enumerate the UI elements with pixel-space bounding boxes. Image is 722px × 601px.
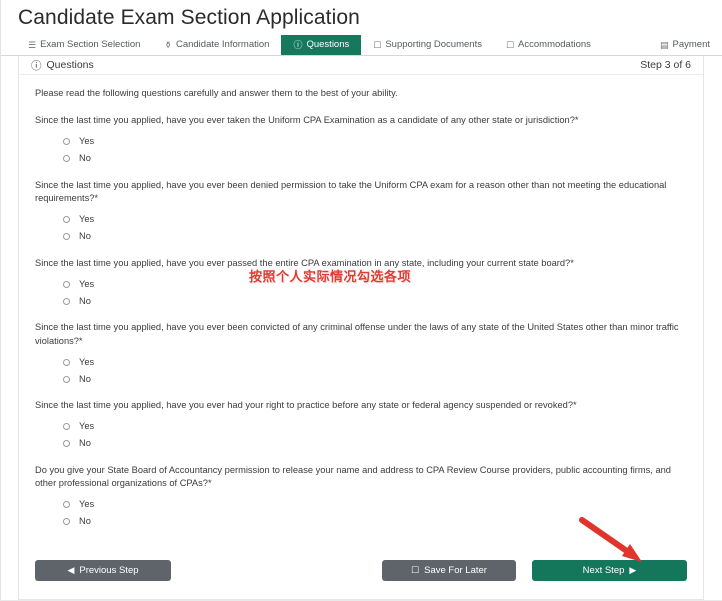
radio-option-no[interactable]: No xyxy=(63,515,687,529)
card-header: ⓘ Questions Step 3 of 6 xyxy=(19,56,703,75)
question-text: Since the last time you applied, have yo… xyxy=(35,115,579,125)
previous-step-label: Previous Step xyxy=(79,564,139,576)
radio-icon[interactable] xyxy=(63,280,70,288)
question-block: Since the last time you applied, have yo… xyxy=(35,399,687,451)
tab-label: Payment xyxy=(672,39,711,51)
question-block: Since the last time you applied, have yo… xyxy=(35,179,687,244)
questions-card: ⓘ Questions Step 3 of 6 Please read the … xyxy=(18,56,704,600)
radio-option-label: No xyxy=(79,373,91,384)
question-text: Do you give your State Board of Accounta… xyxy=(35,464,671,489)
list-icon: ☰ xyxy=(28,39,37,50)
radio-icon[interactable] xyxy=(63,501,70,508)
save-for-later-label: Save For Later xyxy=(424,564,487,576)
radio-option-label: No xyxy=(79,231,91,241)
radio-option-label: Yes xyxy=(79,421,95,431)
tab-supporting-documents[interactable]: ☐ Supporting Documents xyxy=(361,35,494,55)
next-step-label: Next Step xyxy=(582,564,625,576)
question-text: Since the last time you applied, have yo… xyxy=(35,400,577,410)
tab-payment[interactable]: ▤ Payment xyxy=(648,35,722,55)
radio-option-no[interactable]: No xyxy=(63,152,687,166)
question-text: Since the last time you applied, have yo… xyxy=(35,257,574,268)
question-circle-icon: ⓘ xyxy=(31,59,42,72)
radio-option-label: Yes xyxy=(79,356,95,367)
radio-option-yes[interactable]: Yes xyxy=(63,213,687,227)
tab-label: Exam Section Selection xyxy=(40,39,141,51)
radio-icon[interactable] xyxy=(63,155,70,162)
radio-icon[interactable] xyxy=(63,358,70,366)
page-title: Candidate Exam Section Application xyxy=(18,6,360,29)
question-circle-icon: ⓘ xyxy=(293,39,303,50)
tab-exam-section-selection[interactable]: ☰ Exam Section Selection xyxy=(16,35,152,55)
question-text: Since the last time you applied, have yo… xyxy=(35,322,679,346)
radio-option-yes[interactable]: Yes xyxy=(63,498,687,512)
radio-icon[interactable] xyxy=(63,138,70,145)
tab-questions[interactable]: ⓘ Questions xyxy=(281,35,362,55)
radio-icon[interactable] xyxy=(63,423,70,430)
radio-option-label: No xyxy=(79,295,91,306)
save-icon: ☐ xyxy=(411,565,420,575)
credit-card-icon: ▤ xyxy=(659,39,669,50)
user-icon: ⚱ xyxy=(164,39,172,50)
intro-text: Please read the following questions care… xyxy=(35,88,398,98)
folder-icon: ☐ xyxy=(373,39,382,50)
radio-option-yes[interactable]: Yes xyxy=(63,420,687,434)
radio-icon[interactable] xyxy=(63,375,70,383)
radio-option-label: No xyxy=(79,153,91,163)
window-left-edge xyxy=(0,0,1,601)
radio-option-yes[interactable]: Yes xyxy=(63,277,687,291)
question-block: Do you give your State Board of Accounta… xyxy=(35,464,687,529)
radio-option-label: No xyxy=(79,516,91,526)
radio-option-label: Yes xyxy=(79,136,95,146)
radio-icon[interactable] xyxy=(63,518,70,525)
section-title: Questions xyxy=(46,59,94,71)
question-block: Since the last time you applied, have yo… xyxy=(35,321,687,386)
next-step-button[interactable]: Next Step ▶ xyxy=(532,560,687,581)
radio-option-yes[interactable]: Yes xyxy=(63,135,687,149)
form-action-bar: ◀ Previous Step ☐ Save For Later Next St… xyxy=(19,560,703,581)
radio-option-yes[interactable]: Yes xyxy=(63,355,687,369)
radio-option-label: No xyxy=(79,438,91,448)
step-indicator: Step 3 of 6 xyxy=(640,59,691,71)
tab-label: Questions xyxy=(306,39,350,51)
radio-option-no[interactable]: No xyxy=(63,294,687,308)
radio-icon[interactable] xyxy=(63,440,70,447)
tab-label: Supporting Documents xyxy=(385,39,482,51)
question-block: Since the last time you applied, have yo… xyxy=(35,257,687,309)
radio-icon[interactable] xyxy=(63,297,70,305)
card-body: Please read the following questions care… xyxy=(19,75,703,529)
radio-icon[interactable] xyxy=(63,216,70,223)
previous-step-button[interactable]: ◀ Previous Step xyxy=(35,560,171,581)
tab-spacer xyxy=(603,35,648,55)
radio-option-no[interactable]: No xyxy=(63,230,687,244)
radio-option-label: Yes xyxy=(79,278,95,289)
step-tab-bar: ☰ Exam Section Selection ⚱ Candidate Inf… xyxy=(0,35,722,56)
radio-icon[interactable] xyxy=(63,233,70,240)
radio-option-label: Yes xyxy=(79,214,95,224)
radio-option-label: Yes xyxy=(79,499,95,509)
save-for-later-button[interactable]: ☐ Save For Later xyxy=(382,560,516,581)
clipboard-icon: ☐ xyxy=(505,39,515,50)
tab-label: Candidate Information xyxy=(175,39,270,51)
tab-candidate-information[interactable]: ⚱ Candidate Information xyxy=(152,35,281,55)
card-header-left: ⓘ Questions xyxy=(31,58,94,73)
radio-option-no[interactable]: No xyxy=(63,372,687,386)
chevron-right-icon: ▶ xyxy=(629,565,637,575)
tab-label: Accommodations xyxy=(518,39,591,51)
chevron-left-icon: ◀ xyxy=(67,565,75,575)
question-text: Since the last time you applied, have yo… xyxy=(35,179,667,204)
radio-option-no[interactable]: No xyxy=(63,437,687,451)
tab-accommodations[interactable]: ☐ Accommodations xyxy=(494,35,603,55)
question-block: Since the last time you applied, have yo… xyxy=(35,114,687,166)
